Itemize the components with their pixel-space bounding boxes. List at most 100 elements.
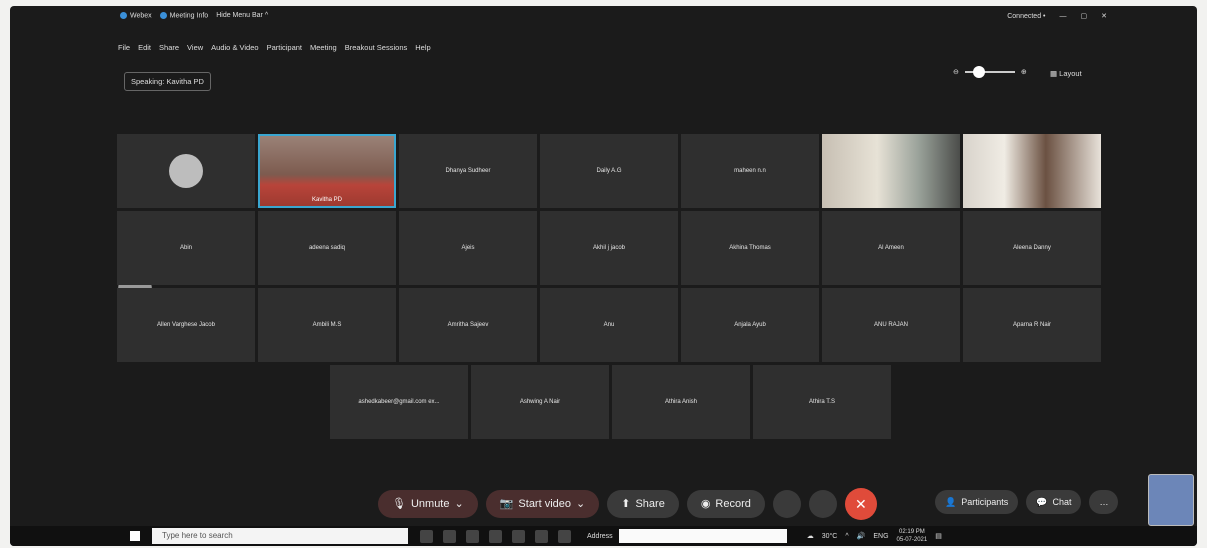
zoom-slider[interactable] <box>964 66 1015 78</box>
close-icon[interactable]: ✕ <box>1101 12 1107 20</box>
zoom-control[interactable]: ⊖ ⊕ <box>953 66 1027 78</box>
menu-file[interactable]: File <box>118 43 130 52</box>
clock-time: 02:19 PM <box>899 529 925 535</box>
menu-meeting[interactable]: Meeting <box>310 43 337 52</box>
clock[interactable]: 02:19 PM 05-07-2021 <box>897 528 928 544</box>
record-button[interactable]: ◉ Record <box>686 490 765 518</box>
participant-video-tile[interactable] <box>822 134 960 208</box>
participant-tile[interactable] <box>117 134 255 208</box>
participant-name: Athira T.S <box>809 399 835 405</box>
participant-tile[interactable]: Ashwing A Nair <box>471 365 609 439</box>
participant-tile[interactable]: Anu <box>540 288 678 362</box>
grid-row: Kavitha PD Dhanya Sudheer Daily A.G mahe… <box>117 134 1107 208</box>
participant-tile[interactable]: ANU RAJAN <box>822 288 960 362</box>
participant-tile[interactable]: Dhanya Sudheer <box>399 134 537 208</box>
share-icon: ⬆ <box>621 498 631 510</box>
chevron-down-icon[interactable]: ⌄ <box>576 490 585 518</box>
zoom-out-icon[interactable]: ⊖ <box>953 68 959 76</box>
participant-tile[interactable]: Akhil j jacob <box>540 211 678 285</box>
weather-temp[interactable]: 30°C <box>822 533 838 540</box>
participant-tile[interactable]: Daily A.G <box>540 134 678 208</box>
participant-name: Anu <box>603 322 615 328</box>
participant-name: Ashwing A Nair <box>519 399 561 405</box>
participant-tile[interactable]: Allen Varghese Jacob <box>117 288 255 362</box>
participant-tile[interactable]: Al Ameen <box>822 211 960 285</box>
system-tray: ☁ 30°C ^ 🔊 ENG 02:19 PM 05-07-2021 ▤ <box>807 528 942 544</box>
hide-menu-toggle[interactable]: Hide Menu Bar ^ <box>216 12 268 19</box>
participant-name: Allen Varghese Jacob <box>157 322 215 328</box>
menu-help[interactable]: Help <box>415 43 430 52</box>
more-options-button[interactable] <box>808 490 837 518</box>
participant-name: ashedkabeer@gmail.com ex... <box>358 399 440 405</box>
address-input[interactable] <box>618 529 787 543</box>
weather-icon[interactable]: ☁ <box>807 532 814 540</box>
chrome-icon[interactable] <box>420 529 433 543</box>
maximize-icon[interactable]: ▢ <box>1081 12 1088 20</box>
volume-icon[interactable]: 🔊 <box>857 532 866 540</box>
participant-tile[interactable]: Anjala Ayub <box>681 288 819 362</box>
share-button[interactable]: ⬆ Share <box>607 490 679 518</box>
zoom-in-icon[interactable]: ⊕ <box>1021 68 1027 76</box>
participant-tile[interactable]: Akhina Thomas <box>681 211 819 285</box>
zoom-slider-knob[interactable] <box>972 66 985 78</box>
menu-share[interactable]: Share <box>159 43 179 52</box>
leave-meeting-button[interactable]: ✕ <box>844 488 877 520</box>
avatar <box>169 154 203 188</box>
meeting-controls: 🎙 Unmute ⌄ 📷 Start video ⌄ ⬆ Share ◉ Record ✕ <box>378 488 877 520</box>
participant-name: Akhil j jacob <box>592 245 625 251</box>
unmute-button[interactable]: 🎙 Unmute ⌄ <box>378 490 478 518</box>
webex-app-label[interactable]: Webex <box>120 12 152 19</box>
layout-button[interactable]: ▦ Layout <box>1050 69 1082 78</box>
meeting-info-link[interactable]: Meeting Info <box>159 12 208 19</box>
participant-name: Dhanya Sudheer <box>445 168 491 174</box>
taskbar-apps <box>420 529 571 543</box>
participant-tile[interactable]: Aleena Danny <box>963 211 1101 285</box>
participant-name: Abin <box>179 245 192 251</box>
taskbar-search-input[interactable]: Type here to search <box>152 528 408 544</box>
participants-button[interactable]: 👤 Participants <box>935 490 1019 514</box>
language-indicator[interactable]: ENG <box>873 533 888 540</box>
participants-icon: 👤 <box>945 497 957 507</box>
notification-icon[interactable]: ▤ <box>935 532 942 540</box>
participant-name: Daily A.G <box>596 168 622 174</box>
menu-edit[interactable]: Edit <box>138 43 151 52</box>
grid-row: ashedkabeer@gmail.com ex... Ashwing A Na… <box>330 365 1107 439</box>
participant-name: Athira Anish <box>664 399 698 405</box>
participant-tile[interactable]: Aparna R Nair <box>963 288 1101 362</box>
windows-start-icon[interactable] <box>130 531 140 541</box>
participant-tile[interactable]: Ajeis <box>399 211 537 285</box>
participant-tile[interactable]: maheen n.n <box>681 134 819 208</box>
participant-tile[interactable]: Ambili M.S <box>258 288 396 362</box>
tray-chevron-icon[interactable]: ^ <box>845 533 848 540</box>
reactions-button[interactable] <box>772 490 801 518</box>
menu-audio-video[interactable]: Audio & Video <box>211 43 258 52</box>
side-controls: 👤 Participants 💬 Chat … <box>935 490 1119 514</box>
menu-view[interactable]: View <box>187 43 203 52</box>
menu-breakout[interactable]: Breakout Sessions <box>345 43 408 52</box>
participant-tile[interactable]: Athira T.S <box>753 365 891 439</box>
app-icon[interactable] <box>535 529 548 543</box>
participant-tile[interactable]: Abin <box>117 211 255 285</box>
participant-tile[interactable]: Athira Anish <box>612 365 750 439</box>
participant-video-tile[interactable] <box>963 134 1101 208</box>
webex-taskbar-icon[interactable] <box>558 529 571 543</box>
menu-participant[interactable]: Participant <box>267 43 302 52</box>
participant-tile[interactable]: ashedkabeer@gmail.com ex... <box>330 365 468 439</box>
menu-bar: File Edit Share View Audio & Video Parti… <box>118 43 431 52</box>
grid-row: Allen Varghese Jacob Ambili M.S Amritha … <box>117 288 1107 362</box>
participant-tile-active[interactable]: Kavitha PD <box>258 134 396 208</box>
chat-button[interactable]: 💬 Chat <box>1026 490 1082 514</box>
minimize-icon[interactable]: — <box>1060 13 1067 20</box>
start-video-button[interactable]: 📷 Start video ⌄ <box>485 490 600 518</box>
vlc-icon[interactable] <box>489 529 502 543</box>
close-icon: ✕ <box>855 495 867 512</box>
more-panels-button[interactable]: … <box>1089 490 1119 514</box>
address-toolbar: Address <box>587 529 787 543</box>
file-explorer-icon[interactable] <box>443 529 456 543</box>
participant-name: ANU RAJAN <box>873 322 908 328</box>
participant-tile[interactable]: Amritha Sajeev <box>399 288 537 362</box>
store-icon[interactable] <box>466 529 479 543</box>
participant-tile[interactable]: adeena sadiq <box>258 211 396 285</box>
chevron-down-icon[interactable]: ⌄ <box>455 490 464 518</box>
app-icon[interactable] <box>512 529 525 543</box>
